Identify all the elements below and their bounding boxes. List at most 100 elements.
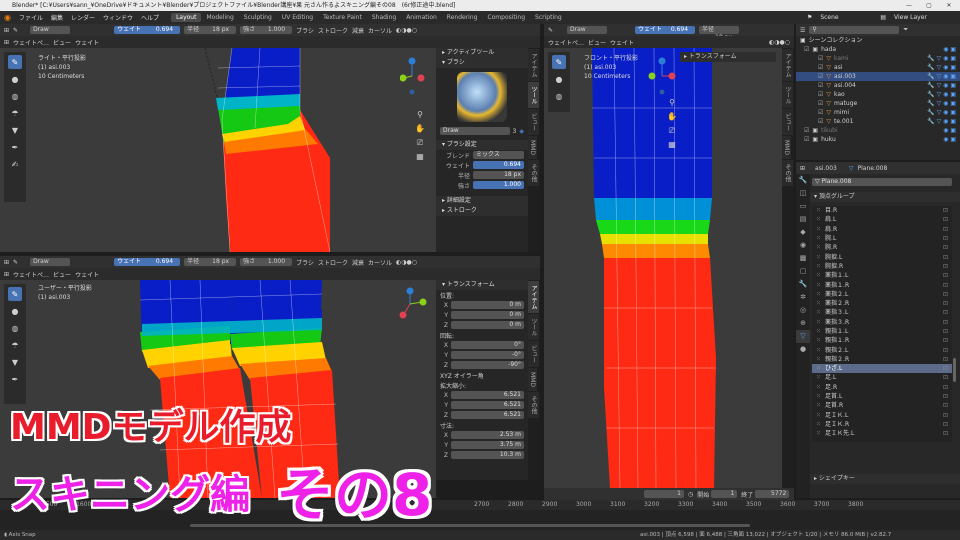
brush-header[interactable]: ▾ ブラシ	[436, 58, 528, 68]
modifier-tab-icon[interactable]: 🔧	[796, 278, 810, 291]
vertex-groups-header[interactable]: ▾ 頂点グループ	[810, 192, 960, 202]
modifier-icons[interactable]: 🔧 ▽ ◉ ▣	[927, 117, 956, 126]
pan-hand-icon[interactable]: ✋	[414, 122, 426, 136]
camera-icon[interactable]: ⎚	[666, 124, 678, 138]
editor-icon[interactable]: ⊞	[4, 39, 9, 46]
smear-tool-icon[interactable]: ☂	[8, 106, 22, 120]
lock-icon[interactable]: ⊡	[943, 336, 948, 345]
lock-icon[interactable]: ⊡	[943, 299, 948, 308]
vertex-group-item[interactable]: ⁙ 足.L ⊡	[812, 373, 952, 382]
lock-icon[interactable]: ⊡	[943, 290, 948, 299]
dimension-y[interactable]: Y 3.75 m	[436, 440, 528, 450]
vertex-group-item[interactable]: ⁙ 腕.R ⊡	[812, 243, 952, 252]
editor-icon[interactable]: ⊞	[4, 271, 9, 278]
lock-icon[interactable]: ⊡	[943, 234, 948, 243]
lock-icon[interactable]: ⊡	[943, 253, 948, 262]
checkbox-icon[interactable]: ☑	[804, 135, 809, 144]
outliner-editor-icon[interactable]: ☰	[800, 27, 805, 34]
tab-compositing[interactable]: Compositing	[482, 13, 530, 22]
outliner-item[interactable]: ☑ ▣ hada ◉ ▣	[796, 45, 960, 54]
annotate-tool-icon[interactable]: ✍	[8, 157, 22, 171]
zoom-icon[interactable]: ⚲	[414, 108, 426, 122]
menu-view[interactable]: ビュー	[53, 270, 71, 279]
lock-icon[interactable]: ⊡	[943, 262, 948, 271]
menu-weight[interactable]: ウェイト	[610, 38, 634, 47]
shading-icons[interactable]: ◐◑●○	[396, 259, 417, 266]
list-scrollbar[interactable]	[953, 358, 956, 382]
tab-item[interactable]: アイテム	[528, 281, 539, 313]
sample-weight-icon[interactable]: ✒	[8, 372, 22, 386]
weight-paint-icon[interactable]: ✎	[13, 259, 18, 266]
properties-editor-icon[interactable]: ⊞	[800, 165, 805, 172]
location-z[interactable]: Z0 m	[436, 320, 528, 330]
brush-menu[interactable]: ブラシ	[296, 26, 314, 35]
active-tool-header[interactable]: ▸ アクティブツール	[436, 48, 528, 58]
camera-icon[interactable]: ⎚	[414, 136, 426, 150]
tab-view[interactable]: ビュー	[782, 109, 793, 135]
viewport-right[interactable]: ✎ ● ◍ フロント・平行投影 (1) asi.003 10 Centimete…	[544, 48, 782, 488]
checkbox-icon[interactable]: ☑	[818, 90, 823, 99]
end-frame[interactable]: 5772	[755, 490, 790, 498]
shape-keys-header[interactable]: ▸ シェイプキー	[810, 474, 960, 484]
brush-selector[interactable]: Draw	[30, 26, 71, 34]
cursor-menu[interactable]: カーソル	[368, 26, 392, 35]
maximize-button[interactable]: ▢	[920, 0, 938, 11]
grid-icon[interactable]: ▦	[666, 138, 678, 152]
vertex-group-item[interactable]: ⁙ 薬指１.R ⊡	[812, 280, 952, 289]
shading-icons[interactable]: ◐◑●○	[769, 39, 790, 46]
stroke-header[interactable]: ▸ ストローク	[436, 206, 528, 216]
vertex-group-item[interactable]: ⁙ 腕捩.R ⊡	[812, 262, 952, 271]
lock-icon[interactable]: ⊡	[943, 327, 948, 336]
tab-shading[interactable]: Shading	[367, 13, 401, 22]
sample-weight-icon[interactable]: ✒	[8, 140, 22, 154]
vertex-group-item[interactable]: ⁙ 腕捩.L ⊡	[812, 252, 952, 261]
tab-mmd[interactable]: MMD	[528, 136, 537, 159]
grid-icon[interactable]: ▦	[414, 150, 426, 164]
modifier-icons[interactable]: 🔧 ▽ ◉ ▣	[927, 72, 956, 81]
modifier-icons[interactable]: 🔧 ▽ ◉ ▣	[927, 90, 956, 99]
tab-item[interactable]: アイテム	[528, 49, 539, 81]
menu-weight[interactable]: ウェイト	[75, 270, 99, 279]
location-x[interactable]: X0 m	[436, 300, 528, 310]
menu-window[interactable]: ウィンドウ	[99, 13, 137, 22]
mode-selector[interactable]: ウェイトペ…	[548, 38, 584, 47]
outliner-item[interactable]: ☑ ▽ matuge 🔧 ▽ ◉ ▣	[796, 99, 960, 108]
modifier-icons[interactable]: ◉ ▣	[943, 135, 956, 144]
material-tab-icon[interactable]: ●	[796, 343, 810, 356]
tab-uv-editing[interactable]: UV Editing	[277, 13, 318, 22]
fake-user-icon[interactable]: ◆	[519, 128, 524, 135]
lock-icon[interactable]: ⊡	[943, 318, 948, 327]
current-frame[interactable]: 1	[644, 490, 684, 498]
lock-icon[interactable]: ⊡	[943, 243, 948, 252]
lock-icon[interactable]: ⊡	[943, 215, 948, 224]
vertex-group-item[interactable]: ⁙ 肩.L ⊡	[812, 215, 952, 224]
tab-tool[interactable]: ツール	[528, 314, 539, 340]
checkbox-icon[interactable]: ☑	[804, 45, 809, 54]
vertex-group-item[interactable]: ⁙ 足首.L ⊡	[812, 392, 952, 401]
menu-help[interactable]: ヘルプ	[137, 13, 163, 22]
draw-tool-icon[interactable]: ✎	[552, 55, 566, 69]
lock-icon[interactable]: ⊡	[943, 429, 948, 438]
world-tab-icon[interactable]: ◉	[796, 239, 810, 252]
editor-type-icon[interactable]: ⊞	[4, 259, 9, 266]
vertex-group-item[interactable]: ⁙ 足ＩＫ先.L ⊡	[812, 429, 952, 438]
tab-mmd[interactable]: MMD	[528, 368, 537, 391]
lock-icon[interactable]: ⊡	[943, 225, 948, 234]
falloff-menu[interactable]: 減衰	[352, 26, 364, 35]
cursor-menu[interactable]: カーソル	[368, 258, 392, 267]
outliner-item[interactable]: ☑ ▽ te.001 🔧 ▽ ◉ ▣	[796, 117, 960, 126]
weight-field[interactable]: ウェイト 0.694	[114, 26, 181, 34]
radius-field[interactable]: 半径 18 px	[184, 258, 237, 266]
tab-view[interactable]: ビュー	[528, 109, 539, 135]
average-tool-icon[interactable]: ◍	[8, 89, 22, 103]
modifier-icons[interactable]: 🔧 ▽ ◉ ▣	[927, 81, 956, 90]
lock-icon[interactable]: ⊡	[943, 420, 948, 429]
blur-tool-icon[interactable]: ●	[8, 72, 22, 86]
vertex-group-item[interactable]: ⁙ 薬指３.R ⊡	[812, 318, 952, 327]
strength-field[interactable]: 強さ 1.000	[240, 258, 293, 266]
average-tool-icon[interactable]: ◍	[552, 89, 566, 103]
lock-icon[interactable]: ⊡	[943, 206, 948, 215]
location-y[interactable]: Y0 m	[436, 310, 528, 320]
transform-header[interactable]: ▾ トランスフォーム	[436, 280, 528, 290]
rotation-z[interactable]: Z -90°	[436, 360, 528, 370]
